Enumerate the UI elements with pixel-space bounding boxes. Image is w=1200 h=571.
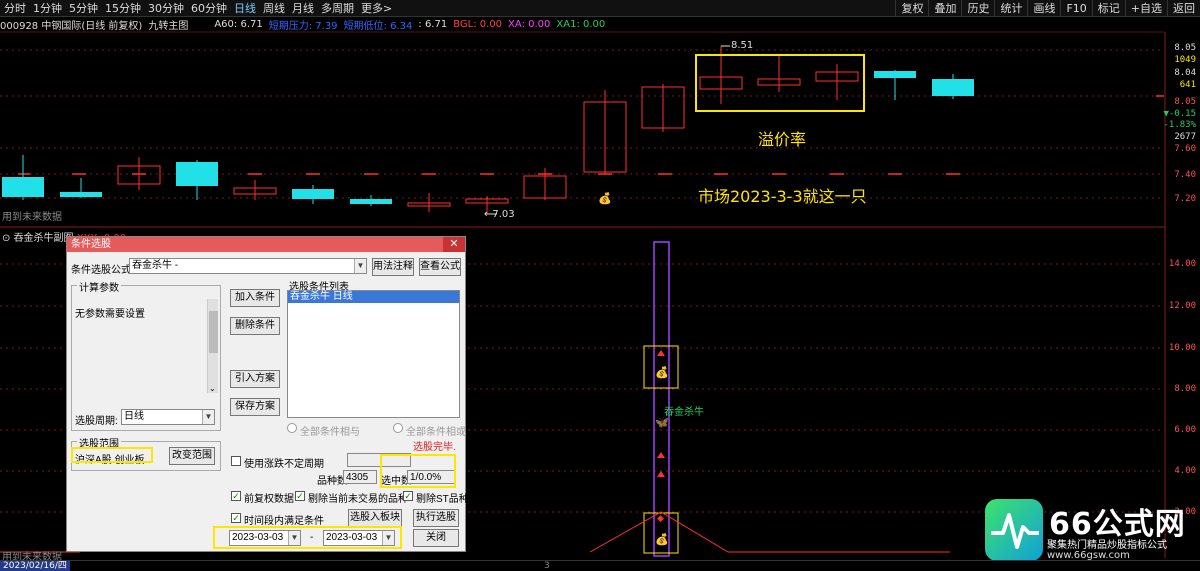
scale-label: -1.83% xyxy=(1163,120,1196,130)
stock-count-field: 4305 xyxy=(343,470,377,484)
period-select[interactable]: 日线 ▼ xyxy=(121,409,215,425)
candle-body xyxy=(176,162,218,186)
annotation-premium: 溢价率 xyxy=(758,130,807,149)
time-period-checkbox[interactable]: ✓ xyxy=(231,513,241,523)
stock-screener-dialog: 条件选股 ✕ 条件选股公式 吞金杀牛 - ▼ 用法注释 查看公式 计算参数 无参… xyxy=(66,236,469,552)
up-arrow-icon xyxy=(657,452,665,458)
radio-or[interactable] xyxy=(393,423,403,433)
status-bar: 2023/02/16/四 3 xyxy=(0,560,1200,571)
pulse-icon xyxy=(991,513,1039,549)
screening-done-text: 选股完毕. xyxy=(413,442,456,453)
formula-label: 条件选股公式 xyxy=(71,265,131,276)
sub-scale-label: 10.00 xyxy=(1168,343,1196,353)
date-range-highlight xyxy=(213,526,402,549)
uncertain-period-label: 使用涨跌不定周期 xyxy=(244,459,324,470)
scale-label: 8.05 xyxy=(1174,43,1196,53)
sub-scale-label: 8.00 xyxy=(1174,384,1196,394)
candle-body xyxy=(874,71,916,78)
radio-and-label: 全部条件相与 xyxy=(300,427,360,438)
candle-body xyxy=(2,177,44,197)
scale-label: 641 xyxy=(1179,80,1196,90)
sub-scale-label: 14.00 xyxy=(1168,259,1196,269)
candle-body xyxy=(932,79,974,96)
logo-mark-icon xyxy=(985,499,1043,561)
money-bag-icon: 💰 xyxy=(598,192,612,205)
close-icon[interactable]: ✕ xyxy=(443,237,465,252)
delete-condition-button[interactable]: 删除条件 xyxy=(230,317,280,335)
sub-scale-label: 12.00 xyxy=(1168,301,1196,311)
diamond-icon: ◆ xyxy=(657,514,664,524)
view-formula-button[interactable]: 查看公式 xyxy=(419,258,461,276)
radio-and[interactable] xyxy=(287,423,297,433)
import-scheme-button[interactable]: 引入方案 xyxy=(230,370,280,388)
uncertain-period-checkbox[interactable] xyxy=(231,456,241,466)
usage-notes-button[interactable]: 用法注释 xyxy=(372,258,414,276)
params-scrollbar[interactable]: ⌄ xyxy=(207,299,218,393)
close-button[interactable]: 关闭 xyxy=(413,529,459,547)
formula-value: 吞金杀牛 - xyxy=(132,260,179,271)
candle-body xyxy=(292,189,334,199)
save-scheme-button[interactable]: 保存方案 xyxy=(230,398,280,416)
period-label: 选股周期: xyxy=(75,416,118,427)
exclude-untraded-label: 剔除当前未交易的品种 xyxy=(308,494,408,505)
logo-slogan: 聚集热门精品炒股指标公式 xyxy=(1047,540,1167,551)
exclude-st-checkbox[interactable]: ✓ xyxy=(403,491,413,501)
chevron-down-icon[interactable]: ▼ xyxy=(202,410,214,424)
up-arrow-icon xyxy=(657,471,665,477)
change-range-button[interactable]: 改变范围 xyxy=(169,447,215,465)
formula-select[interactable]: 吞金杀牛 - ▼ xyxy=(129,258,367,274)
annotation-market-note: 市场2023-3-3就这一只 xyxy=(698,187,867,206)
no-params-text: 无参数需要设置 xyxy=(75,309,145,320)
scale-label: 8.05 xyxy=(1174,97,1196,107)
add-condition-button[interactable]: 加入条件 xyxy=(230,289,280,307)
chevron-down-icon[interactable]: ▼ xyxy=(354,259,366,273)
condition-item[interactable]: 吞金杀牛 日线 xyxy=(288,291,459,303)
high-price-label: 8.51 xyxy=(731,40,754,51)
signal-label: 吞金杀牛 xyxy=(664,407,704,418)
execute-screening-button[interactable]: 执行选股 xyxy=(413,509,459,527)
scale-label: 2677 xyxy=(1174,132,1196,142)
signal-column xyxy=(653,241,670,557)
exclude-st-label: 剔除ST品种 xyxy=(416,494,469,505)
add-to-block-button[interactable]: 选股入板块 xyxy=(348,509,402,527)
adjusted-data-checkbox[interactable]: ✓ xyxy=(231,491,241,501)
period-value: 日线 xyxy=(124,411,144,422)
money-bag-icon: 💰 xyxy=(655,366,669,379)
selected-highlight xyxy=(380,454,456,488)
divider-mark: 3 xyxy=(544,561,550,571)
cursor-date: 2023/02/16/四 xyxy=(0,561,70,571)
scale-label: 1049 xyxy=(1174,55,1196,65)
candle-body xyxy=(60,192,102,197)
radio-or-label: 全部条件相或 xyxy=(406,427,466,438)
exclude-untraded-checkbox[interactable]: ✓ xyxy=(295,491,305,501)
sub-scale-label: 4.00 xyxy=(1174,466,1196,476)
sub-chart-title-text: 吞金杀牛副图 xyxy=(13,233,74,244)
time-period-label: 时间段内满足条件 xyxy=(244,516,324,527)
money-bag-icon: 💰 xyxy=(655,533,669,546)
low-price-value: 7.03 xyxy=(492,209,515,220)
range-highlight xyxy=(71,447,153,463)
scrollbar-thumb[interactable] xyxy=(209,311,218,353)
scale-label: 7.20 xyxy=(1174,194,1196,204)
scale-label: 7.40 xyxy=(1174,170,1196,180)
calc-params-title: 计算参数 xyxy=(77,279,121,294)
low-price-label: ←7.03 xyxy=(484,209,515,220)
scale-label: 7.60 xyxy=(1174,144,1196,154)
scale-label: 8.04 xyxy=(1174,68,1196,78)
sub-scale-label: 6.00 xyxy=(1174,425,1196,435)
candle-body xyxy=(350,199,392,204)
dialog-title[interactable]: 条件选股 xyxy=(67,237,465,252)
scroll-down-icon[interactable]: ⌄ xyxy=(209,384,216,393)
up-arrow-icon xyxy=(657,350,665,356)
future-data-note: 用到未来数据 xyxy=(2,212,62,223)
condition-list[interactable]: 吞金杀牛 日线 xyxy=(287,290,460,418)
adjusted-data-label: 前复权数据 xyxy=(244,494,294,505)
scale-label: ▼-0.15 xyxy=(1163,109,1196,119)
